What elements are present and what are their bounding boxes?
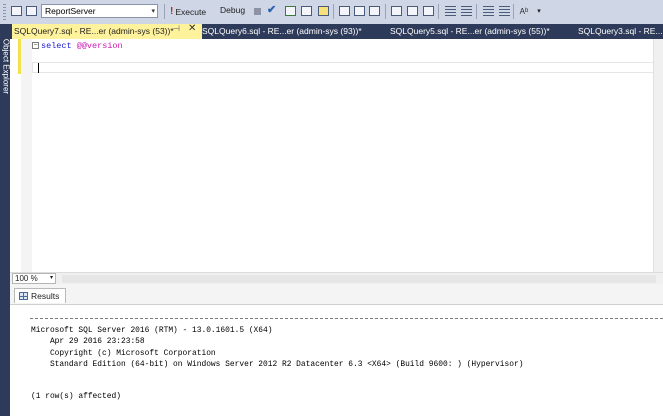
- decrease-indent-icon[interactable]: [481, 4, 495, 18]
- toolbar-separator: [333, 4, 334, 19]
- keyword-select: select: [41, 41, 72, 51]
- close-icon[interactable]: ✕: [188, 23, 196, 34]
- checkmark-icon[interactable]: ✔: [267, 3, 276, 16]
- toolbar-overflow-icon[interactable]: ▾: [532, 4, 546, 18]
- tab-results[interactable]: Results: [14, 288, 67, 303]
- intellisense-icon[interactable]: [316, 4, 330, 18]
- results-to-grid-icon[interactable]: [405, 4, 419, 18]
- include-actual-plan-icon[interactable]: [337, 4, 351, 18]
- toolbar-separator: [164, 4, 165, 19]
- grid-icon: [19, 292, 28, 300]
- chevron-down-icon[interactable]: ▾: [50, 274, 53, 283]
- specify-template-values-icon[interactable]: Ab: [517, 4, 531, 18]
- live-query-statistics-icon[interactable]: [352, 4, 366, 18]
- editor-vertical-scrollbar[interactable]: [653, 39, 663, 272]
- results-to-file-icon[interactable]: [421, 4, 435, 18]
- results-column-divider: [30, 318, 663, 319]
- increase-indent-icon[interactable]: [497, 4, 511, 18]
- tab-sqlquery5[interactable]: SQLQuery5.sql - RE...er (admin-sys (55))…: [390, 24, 550, 39]
- toolbar-separator: [438, 4, 439, 19]
- results-to-text-icon[interactable]: [389, 4, 403, 18]
- toolbar-separator: [513, 4, 514, 19]
- result-line-1: Microsoft SQL Server 2016 (RTM) - 13.0.1…: [31, 326, 273, 335]
- database-selector[interactable]: ReportServer ▾: [41, 4, 158, 18]
- editor-margin: [21, 39, 32, 272]
- results-tab-row: [10, 284, 663, 305]
- variable-version: @@version: [76, 41, 123, 51]
- display-estimated-plan-icon[interactable]: [283, 4, 297, 18]
- uncomment-lines-icon[interactable]: [459, 4, 473, 18]
- object-explorer-rail[interactable]: Object Explorer: [0, 24, 11, 416]
- available-databases-icon[interactable]: [24, 4, 38, 18]
- tab-sqlquery6[interactable]: SQLQuery6.sql - RE...er (admin-sys (93))…: [202, 24, 362, 39]
- stop-icon[interactable]: [254, 8, 261, 15]
- results-tab-label: Results: [31, 291, 60, 301]
- query-options-icon[interactable]: [299, 4, 313, 18]
- current-line-highlight: [32, 62, 663, 73]
- result-line-3: Copyright (c) Microsoft Corporation: [31, 349, 216, 358]
- code-line-1[interactable]: select @@version: [32, 41, 123, 51]
- sql-editor-toolbar: ReportServer ▾ ! Execute Debug ✔ Ab ▾: [0, 0, 663, 25]
- editor-horizontal-scrollbar[interactable]: [62, 275, 656, 283]
- tab-sqlquery3[interactable]: SQLQuery3.sql - RE...: [578, 24, 663, 39]
- execute-button[interactable]: ! Execute: [170, 5, 206, 18]
- text-caret: [38, 63, 39, 73]
- result-line-4: Standard Edition (64-bit) on Windows Ser…: [31, 360, 524, 369]
- toolbar-grip[interactable]: [3, 4, 6, 20]
- rows-affected-message: (1 row(s) affected): [31, 392, 121, 401]
- query-editor[interactable]: [10, 39, 663, 272]
- zoom-selector[interactable]: 100 % ▾: [12, 273, 56, 284]
- execute-label: Execute: [175, 6, 207, 17]
- client-statistics-icon[interactable]: [367, 4, 381, 18]
- database-selector-value: ReportServer: [45, 6, 96, 16]
- comment-lines-icon[interactable]: [443, 4, 457, 18]
- exclamation-icon: !: [170, 6, 174, 17]
- tab-label: SQLQuery7.sql - RE...er (admin-sys (53))…: [14, 26, 174, 36]
- document-tab-strip: SQLQuery7.sql - RE...er (admin-sys (53))…: [10, 23, 663, 39]
- toolbar-separator: [476, 4, 477, 19]
- pin-icon[interactable]: ⊣: [173, 24, 180, 33]
- debug-button[interactable]: Debug: [220, 5, 245, 15]
- toolbar-separator: [385, 4, 386, 19]
- chevron-down-icon[interactable]: ▾: [151, 7, 155, 15]
- change-connection-icon[interactable]: [9, 4, 23, 18]
- result-line-2: Apr 29 2016 23:23:58: [31, 337, 145, 346]
- zoom-value: 100 %: [15, 274, 38, 283]
